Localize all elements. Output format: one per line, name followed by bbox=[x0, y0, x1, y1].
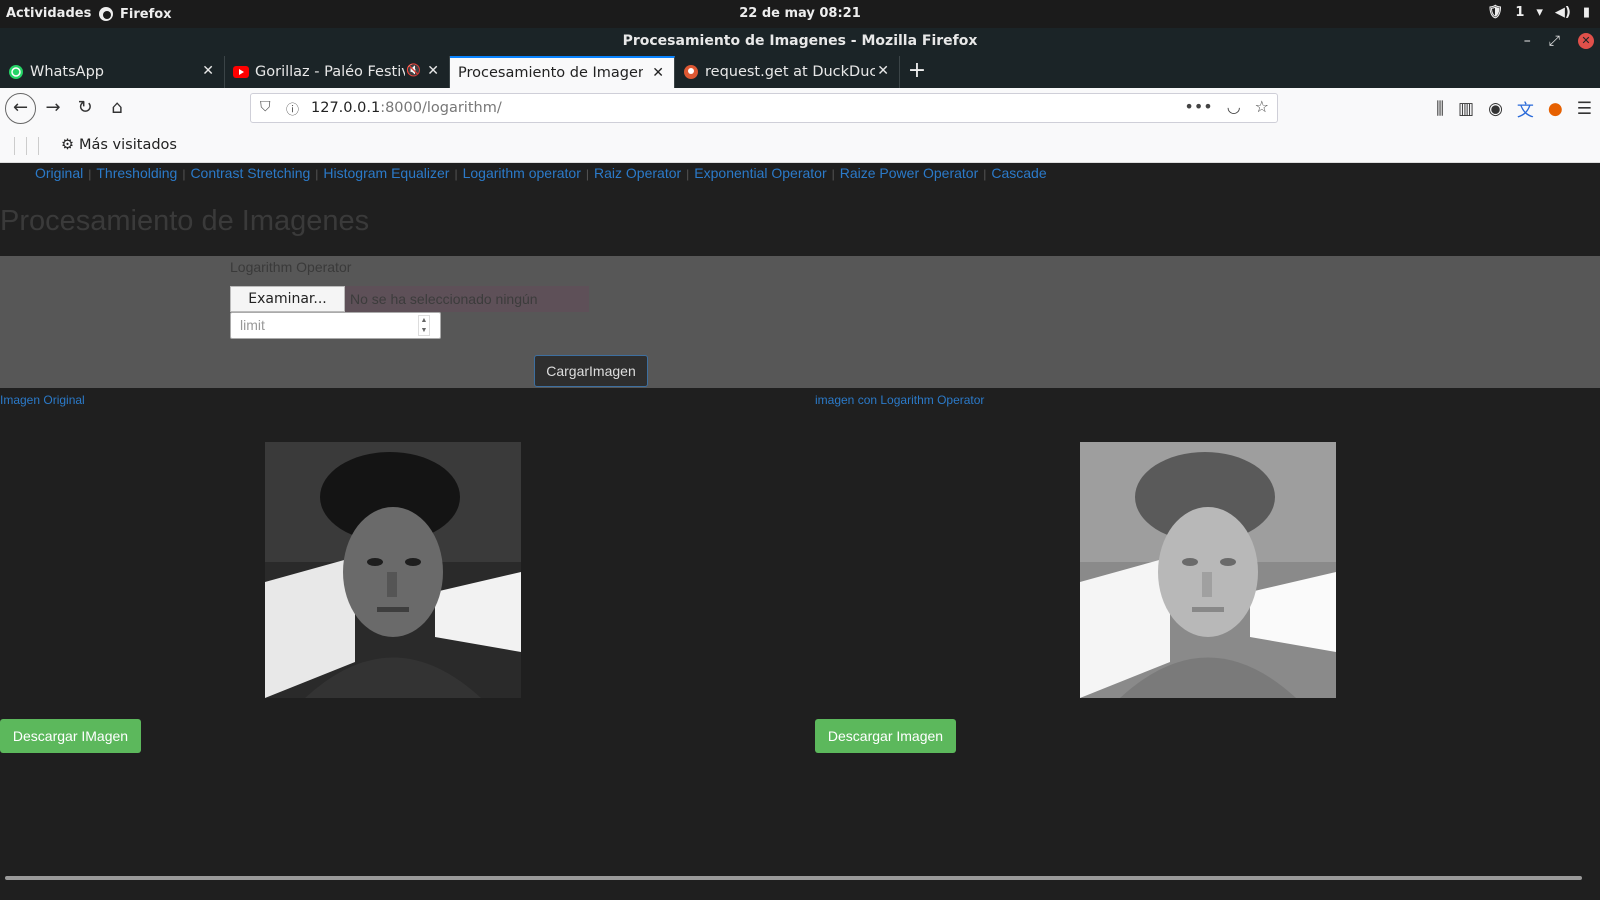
nav-link-histogram-equalizer[interactable]: Histogram Equalizer bbox=[323, 165, 449, 181]
number-spinner[interactable]: ▲ ▼ bbox=[418, 315, 430, 336]
site-info-icon[interactable]: ⓘ bbox=[286, 99, 299, 118]
limit-input[interactable]: limit ▲ ▼ bbox=[230, 312, 441, 339]
limit-placeholder: limit bbox=[240, 317, 265, 333]
original-image-label: Imagen Original bbox=[0, 393, 85, 407]
download-result-button[interactable]: Descargar Imagen bbox=[815, 719, 956, 753]
url-host: 127.0.0.1 bbox=[311, 100, 381, 116]
nav-separator: | bbox=[88, 167, 92, 181]
upload-form: Logarithm Operator Examinar... No se ha … bbox=[0, 256, 1600, 388]
bookmark-separator bbox=[38, 137, 39, 155]
forward-button[interactable]: → bbox=[40, 96, 66, 122]
nav-separator: | bbox=[454, 167, 458, 181]
tab-strip: WhatsApp ✕ Gorillaz - Paléo Festival 🔇 ✕… bbox=[0, 56, 1600, 88]
most-visited-label: Más visitados bbox=[79, 137, 177, 153]
battery-icon: ▮ bbox=[1582, 5, 1590, 20]
url-bar[interactable]: ⛉ ⓘ 127.0.0.1:8000/logarithm/ ••• ◡ ☆ bbox=[250, 93, 1278, 123]
nav-link-cascade[interactable]: Cascade bbox=[991, 165, 1046, 181]
page-content: Original | Thresholding | Contrast Stretchin… bbox=[0, 163, 1600, 900]
app-menu[interactable]: Firefox bbox=[98, 6, 172, 22]
window-titlebar: Procesamiento de Imagenes - Mozilla Fire… bbox=[0, 28, 1600, 56]
maximize-icon[interactable]: ⤢ bbox=[1549, 33, 1560, 49]
close-tab-icon[interactable]: ✕ bbox=[877, 63, 889, 79]
page-title: Procesamiento de Imagenes bbox=[0, 205, 370, 237]
nav-separator: | bbox=[831, 167, 835, 181]
new-tab-button[interactable]: + bbox=[900, 56, 934, 88]
shield-icon: 🛡 bbox=[1486, 5, 1504, 20]
bookmark-separator bbox=[26, 137, 27, 155]
close-tab-icon[interactable]: ✕ bbox=[202, 63, 214, 79]
bookmark-star-icon[interactable]: ☆ bbox=[1255, 97, 1269, 116]
back-button[interactable]: ← bbox=[5, 93, 36, 124]
download-original-button[interactable]: Descargar IMagen bbox=[0, 719, 141, 753]
tab-youtube[interactable]: Gorillaz - Paléo Festival 🔇 ✕ bbox=[225, 56, 450, 88]
bookmark-separator bbox=[14, 137, 15, 155]
nav-link-contrast-stretching[interactable]: Contrast Stretching bbox=[190, 165, 310, 181]
reload-button[interactable]: ↻ bbox=[72, 96, 98, 122]
tab-label: WhatsApp bbox=[30, 64, 104, 80]
whatsapp-icon bbox=[8, 64, 24, 80]
result-image bbox=[1080, 442, 1336, 698]
tab-whatsapp[interactable]: WhatsApp ✕ bbox=[0, 56, 225, 88]
nav-link-exponential-operator[interactable]: Exponential Operator bbox=[694, 165, 826, 181]
nav-separator: | bbox=[182, 167, 186, 181]
system-tray[interactable]: 🛡 1 ▾ ◀) ▮ bbox=[1487, 5, 1590, 20]
gear-icon: ⚙ bbox=[61, 137, 74, 153]
library-icon[interactable]: ⫼ bbox=[1436, 99, 1444, 119]
nav-link-thresholding[interactable]: Thresholding bbox=[96, 165, 177, 181]
tab-label: Gorillaz - Paléo Festival bbox=[255, 64, 405, 80]
menu-icon[interactable]: ☰ bbox=[1577, 99, 1592, 119]
extension-icon[interactable]: ● bbox=[1548, 99, 1563, 119]
account-icon[interactable]: ◉ bbox=[1488, 99, 1503, 119]
minimize-icon[interactable]: – bbox=[1524, 33, 1531, 49]
nav-link-raize-power-operator[interactable]: Raize Power Operator bbox=[840, 165, 979, 181]
duckduckgo-icon bbox=[683, 64, 699, 80]
window-title: Procesamiento de Imagenes - Mozilla Fire… bbox=[622, 33, 978, 49]
url-path: :8000/logarithm/ bbox=[380, 100, 502, 116]
nav-separator: | bbox=[315, 167, 319, 181]
nav-separator: | bbox=[686, 167, 690, 181]
tracking-shield-icon[interactable]: ⛉ bbox=[260, 99, 271, 115]
file-status: No se ha seleccionado ningún archivo. bbox=[345, 286, 589, 333]
form-label: Logarithm Operator bbox=[230, 259, 352, 275]
pocket-icon[interactable]: ◡ bbox=[1227, 97, 1241, 116]
page-actions-icon[interactable]: ••• bbox=[1184, 97, 1212, 116]
tab-label: request.get at DuckDuckGo bbox=[705, 64, 875, 80]
sidebar-icon[interactable]: ▥ bbox=[1458, 99, 1474, 119]
activities-button[interactable]: Actividades bbox=[6, 6, 91, 21]
nav-link-original[interactable]: Original bbox=[35, 165, 83, 181]
operator-nav: Original | Thresholding | Contrast Stretchin… bbox=[35, 165, 1047, 181]
translate-icon[interactable]: ⽂ bbox=[1517, 96, 1534, 121]
close-tab-icon[interactable]: ✕ bbox=[427, 63, 439, 79]
close-window-icon[interactable]: ✕ bbox=[1578, 33, 1594, 49]
navigation-toolbar: ← → ↻ ⌂ ⛉ ⓘ 127.0.0.1:8000/logarithm/ ••… bbox=[0, 88, 1600, 129]
browse-file-button[interactable]: Examinar... bbox=[230, 286, 345, 312]
clock[interactable]: 22 de may 08:21 bbox=[0, 6, 1600, 21]
tab-duckduckgo[interactable]: request.get at DuckDuckGo ✕ bbox=[675, 56, 900, 88]
app-name: Firefox bbox=[120, 6, 172, 22]
upload-image-button[interactable]: CargarImagen bbox=[534, 355, 648, 387]
muted-icon[interactable]: 🔇 bbox=[406, 63, 421, 77]
nav-link-logarithm-operator[interactable]: Logarithm operator bbox=[463, 165, 581, 181]
bookmarks-toolbar: ⚙ Más visitados bbox=[0, 129, 1600, 163]
original-image bbox=[265, 442, 521, 698]
wifi-icon: ▾ bbox=[1536, 5, 1543, 20]
youtube-icon bbox=[233, 64, 249, 80]
volume-icon: ◀) bbox=[1554, 5, 1571, 20]
nav-separator: | bbox=[983, 167, 987, 181]
url-text[interactable]: 127.0.0.1:8000/logarithm/ bbox=[311, 100, 502, 116]
result-image-label: imagen con Logarithm Operator bbox=[815, 393, 985, 407]
system-top-bar: Actividades Firefox 22 de may 08:21 🛡 1 … bbox=[0, 0, 1600, 28]
horizontal-scrollbar[interactable] bbox=[5, 876, 1582, 880]
tray-count: 1 bbox=[1515, 5, 1525, 20]
firefox-icon bbox=[99, 7, 113, 21]
most-visited-bookmark[interactable]: ⚙ Más visitados bbox=[61, 137, 177, 153]
nav-separator: | bbox=[585, 167, 590, 181]
nav-link-raiz-operator[interactable]: Raiz Operator bbox=[594, 165, 681, 181]
home-button[interactable]: ⌂ bbox=[104, 96, 130, 122]
tab-procesamiento[interactable]: Procesamiento de Imagenes ✕ bbox=[450, 56, 675, 88]
tab-label: Procesamiento de Imagenes bbox=[458, 65, 643, 81]
close-tab-icon[interactable]: ✕ bbox=[652, 65, 664, 81]
